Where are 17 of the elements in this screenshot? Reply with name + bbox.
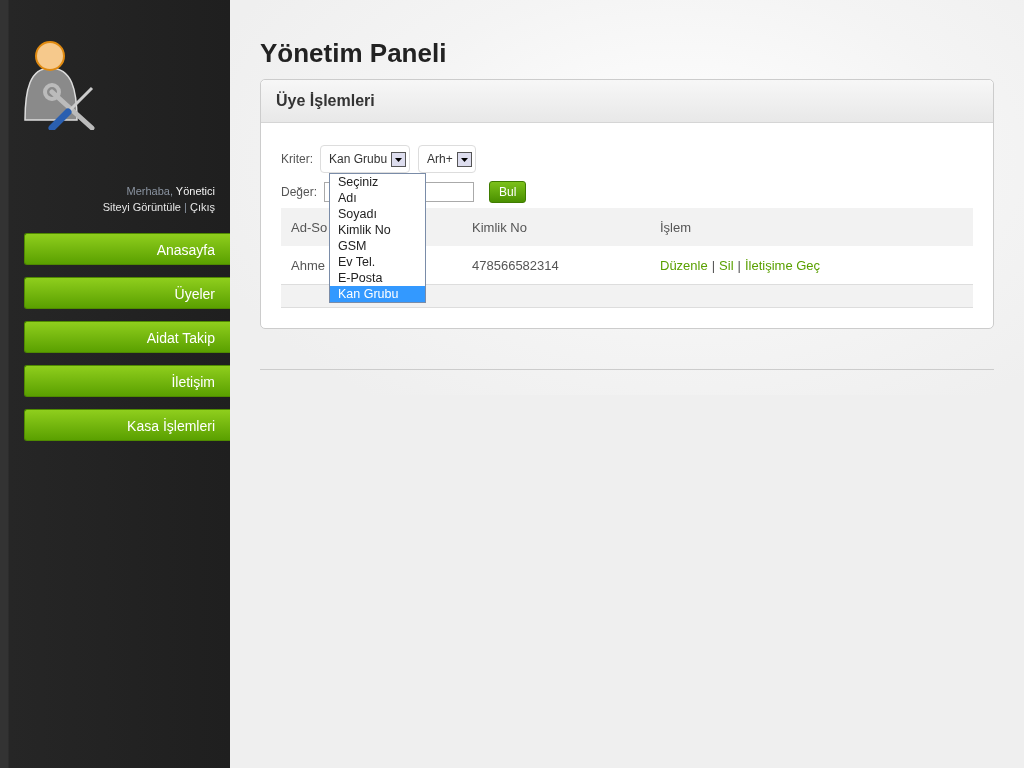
action-separator: | <box>711 257 716 273</box>
table-cell: 478566582314 <box>462 246 650 285</box>
page-title: Yönetim Paneli <box>260 37 448 69</box>
value-label: Değer: <box>281 185 318 199</box>
blood-group-select[interactable]: Arh+ <box>418 145 476 173</box>
greeting-text: Merhaba, <box>126 185 173 197</box>
action-separator: | <box>737 257 741 273</box>
criterion-label: Kriter: <box>281 152 313 166</box>
admin-avatar-icon <box>22 40 96 130</box>
user-name: Yönetici <box>175 185 215 197</box>
column-header: Kimlik No <box>462 208 650 246</box>
sidebar-link[interactable]: Siteyi Görüntüle <box>102 201 181 213</box>
link-separator: | <box>183 201 188 213</box>
column-header: İşlem <box>650 208 973 246</box>
sidebar-link[interactable]: Çıkış <box>189 201 215 213</box>
panel-title: Üye İşlemleri <box>261 80 993 123</box>
criterion-select[interactable]: Kan Grubu <box>320 145 411 173</box>
